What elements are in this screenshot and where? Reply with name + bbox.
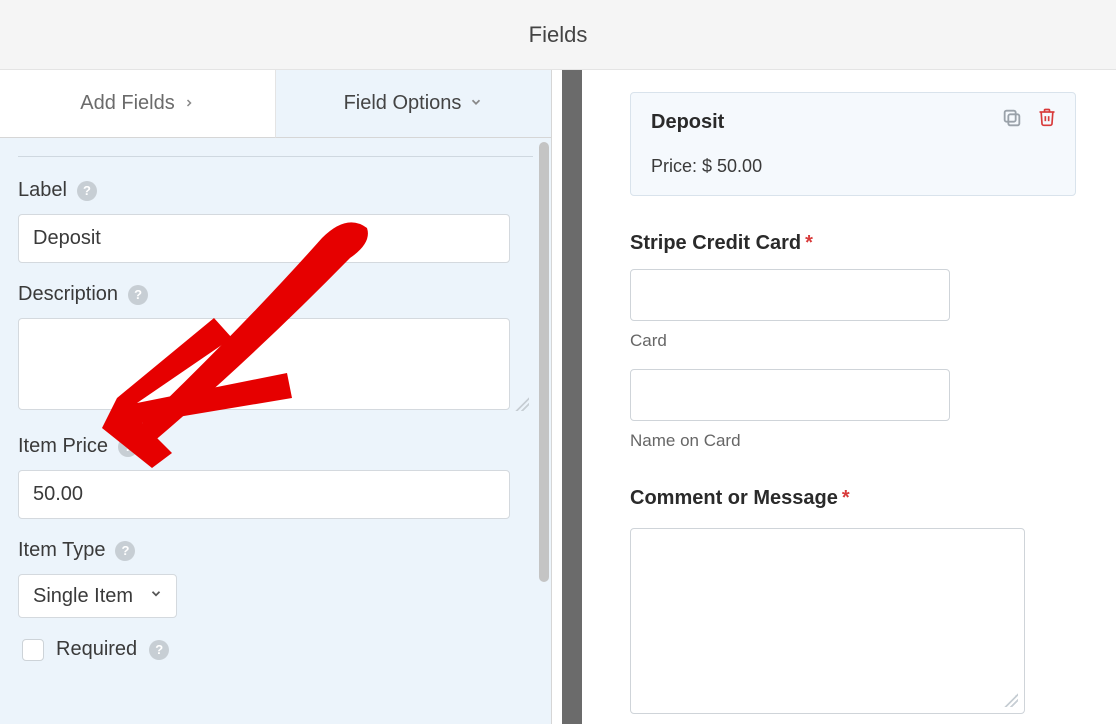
required-asterisk: * (805, 232, 813, 254)
help-icon[interactable]: ? (149, 640, 169, 660)
card-input[interactable] (630, 269, 950, 321)
row-item-price: Item Price ? (18, 435, 533, 519)
tab-add-fields[interactable]: Add Fields (0, 70, 276, 138)
row-item-type: Item Type ? Single Item (18, 539, 533, 618)
chevron-down-icon (469, 95, 483, 112)
help-icon[interactable]: ? (115, 541, 135, 561)
sublabel: Name on Card (630, 431, 1076, 451)
tabs: Add Fields Field Options (0, 70, 551, 138)
price-value: 50.00 (717, 156, 762, 176)
help-icon[interactable]: ? (128, 285, 148, 305)
resize-handle-icon (515, 397, 529, 411)
top-bar: Fields (0, 0, 1116, 70)
item-price-input[interactable] (18, 470, 510, 519)
help-icon[interactable]: ? (77, 181, 97, 201)
comment-group: Comment or Message* (630, 487, 1076, 714)
scrollbar[interactable] (537, 138, 551, 724)
panel-body: Label ? Description ? Item Price ? (0, 138, 551, 661)
sublabel: Card (630, 331, 1076, 351)
divider (18, 156, 533, 157)
field-label: Stripe Credit Card (630, 232, 801, 254)
required-checkbox[interactable] (22, 639, 44, 661)
price-prefix: Price: $ (651, 156, 717, 176)
resize-handle-icon (1004, 693, 1018, 707)
page-title: Fields (529, 22, 588, 48)
tab-field-options[interactable]: Field Options (276, 70, 551, 138)
field-label: Comment or Message (630, 487, 838, 509)
tab-label: Add Fields (80, 92, 175, 115)
left-panel: Add Fields Field Options Label ? (0, 70, 552, 724)
row-description: Description ? (18, 283, 533, 415)
label-text: Item Type (18, 539, 105, 562)
item-type-select[interactable]: Single Item (18, 574, 177, 618)
required-asterisk: * (842, 487, 850, 509)
stripe-group: Stripe Credit Card* Card Name on Card (630, 232, 1076, 451)
help-icon[interactable]: ? (118, 437, 138, 457)
tab-label: Field Options (344, 92, 462, 115)
chevron-right-icon (183, 96, 195, 112)
label-text: Label (18, 179, 67, 202)
card-price: Price: $ 50.00 (651, 156, 1055, 177)
comment-textarea[interactable] (630, 528, 1025, 714)
row-required: Required ? (18, 638, 533, 661)
label-input[interactable] (18, 214, 510, 263)
label-text: Description (18, 283, 118, 306)
label-text: Item Price (18, 435, 108, 458)
required-label: Required (56, 638, 137, 661)
description-input[interactable] (18, 318, 510, 410)
trash-icon[interactable] (1037, 107, 1059, 129)
card-title: Deposit (651, 111, 1055, 134)
preview-panel: Deposit Price: $ 50.00 Stripe Credit Car… (592, 70, 1116, 724)
panel-divider[interactable] (552, 70, 592, 724)
duplicate-icon[interactable] (1001, 107, 1023, 129)
deposit-card[interactable]: Deposit Price: $ 50.00 (630, 92, 1076, 196)
row-label: Label ? (18, 179, 533, 263)
name-on-card-input[interactable] (630, 369, 950, 421)
scrollbar-thumb[interactable] (539, 142, 549, 582)
main-area: Add Fields Field Options Label ? (0, 70, 1116, 724)
